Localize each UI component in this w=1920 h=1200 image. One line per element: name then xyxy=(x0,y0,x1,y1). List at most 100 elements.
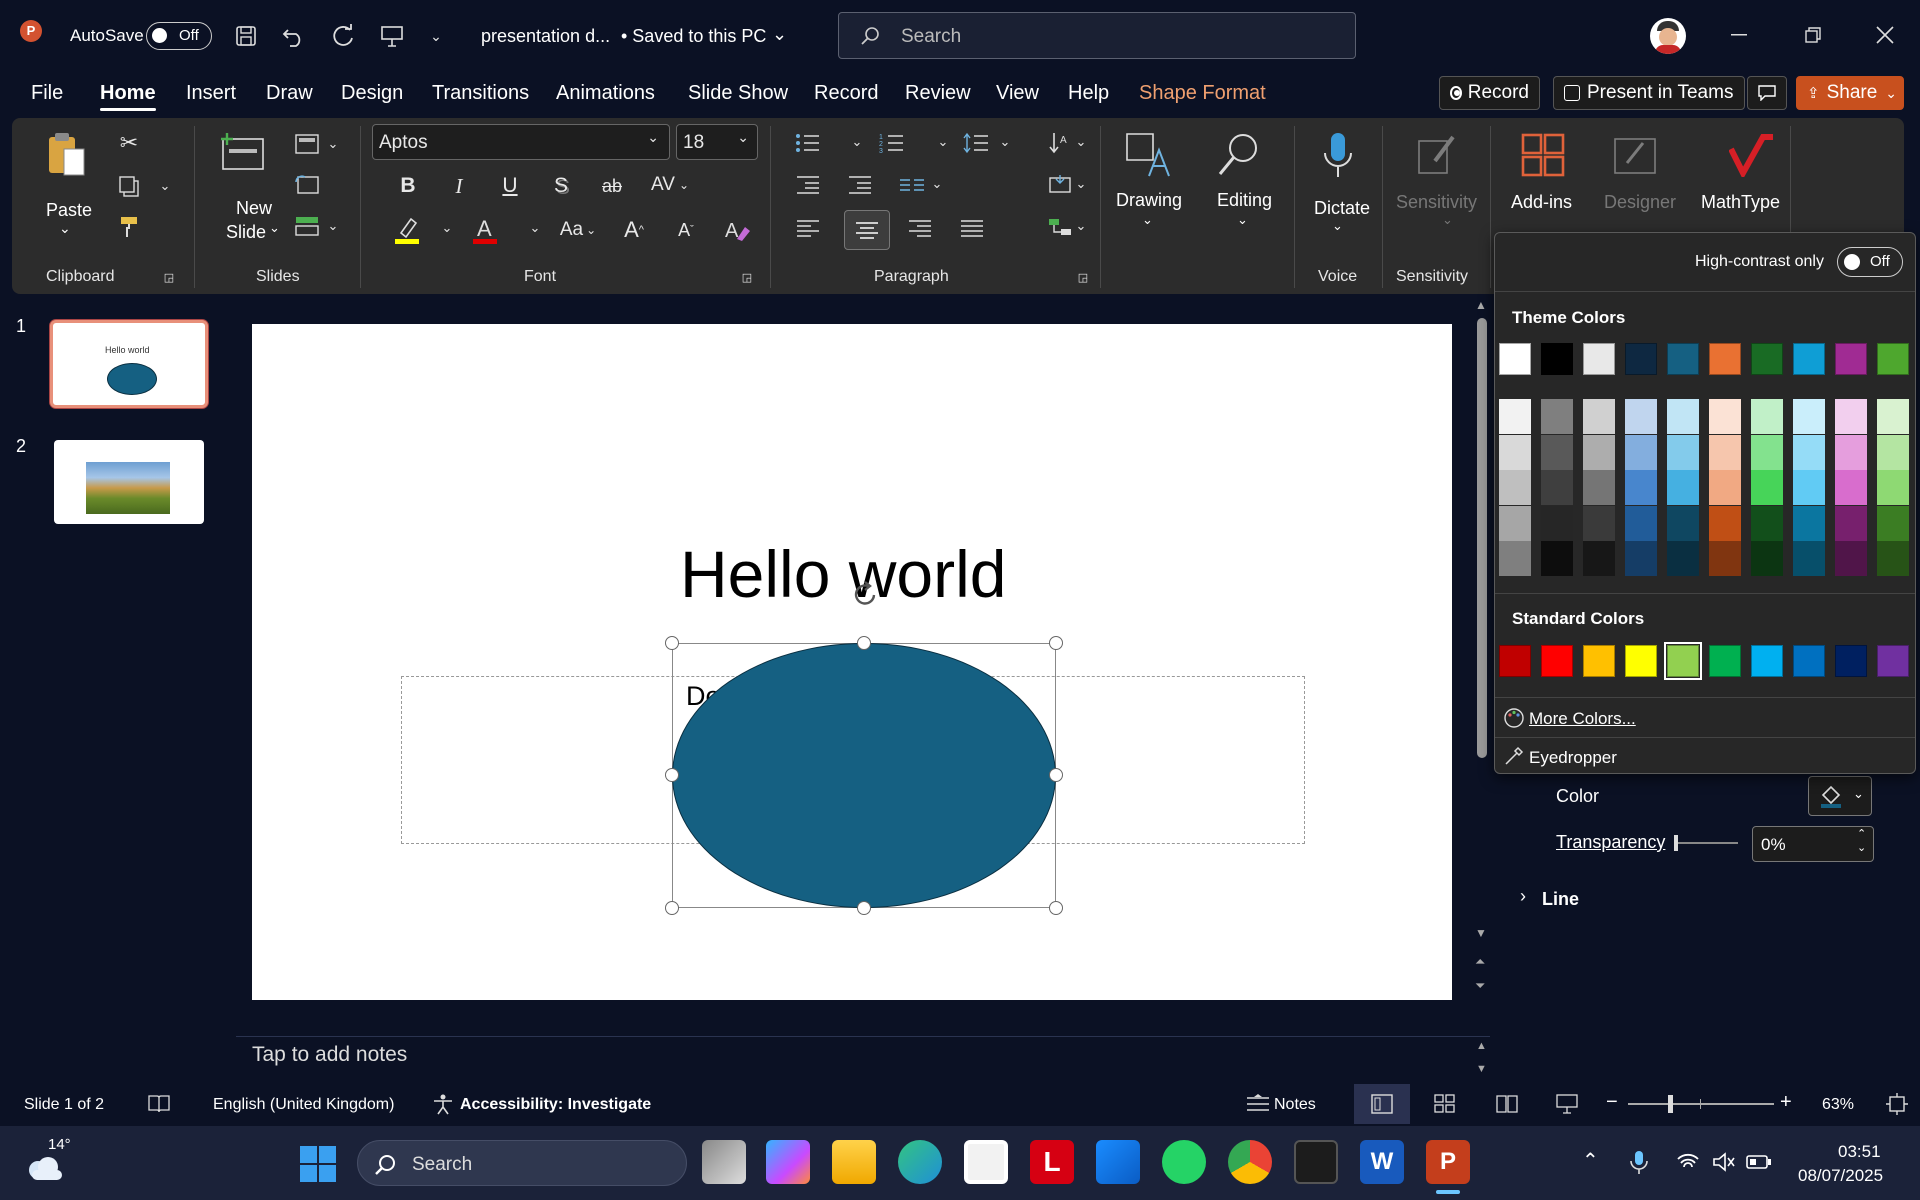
theme-shade-swatch[interactable] xyxy=(1793,470,1825,505)
microphone-icon[interactable] xyxy=(1630,1150,1648,1176)
standard-color-swatch[interactable] xyxy=(1664,642,1702,680)
standard-color-swatch[interactable] xyxy=(1877,645,1909,677)
tab-insert[interactable]: Insert xyxy=(186,82,236,105)
theme-shade-swatch[interactable] xyxy=(1709,505,1741,541)
theme-shade-swatch[interactable] xyxy=(1835,505,1867,541)
add-ins-label[interactable]: Add-ins xyxy=(1511,192,1572,213)
text-direction-icon[interactable]: A xyxy=(1046,130,1074,156)
paste-label[interactable]: Paste xyxy=(46,200,92,221)
theme-shade-swatch[interactable] xyxy=(1877,505,1909,541)
tab-transitions[interactable]: Transitions xyxy=(432,82,529,105)
theme-shade-swatch[interactable] xyxy=(1541,434,1573,470)
file-explorer-icon[interactable] xyxy=(832,1140,876,1184)
numbering-icon[interactable]: 123 xyxy=(878,130,906,156)
copy-icon[interactable] xyxy=(116,173,142,199)
rotate-handle-icon[interactable] xyxy=(850,580,880,610)
chevron-down-icon[interactable]: ⌄ xyxy=(326,216,340,236)
theme-shade-swatch[interactable] xyxy=(1625,470,1657,505)
undo-icon[interactable] xyxy=(280,22,308,50)
theme-shade-swatch[interactable] xyxy=(1835,434,1867,470)
tab-help[interactable]: Help xyxy=(1068,82,1109,105)
resize-handle[interactable] xyxy=(665,901,679,915)
highlight-icon[interactable] xyxy=(392,214,422,246)
saved-status[interactable]: • Saved to this PC xyxy=(621,26,766,47)
accessibility-status[interactable]: Accessibility: Investigate xyxy=(460,1096,651,1114)
zoom-in-icon[interactable]: + xyxy=(1780,1091,1792,1114)
align-right-icon[interactable] xyxy=(906,214,934,242)
smartart-icon[interactable] xyxy=(1046,214,1074,240)
mathtype-label[interactable]: MathType xyxy=(1701,192,1780,213)
theme-shade-swatch[interactable] xyxy=(1877,399,1909,434)
layout-icon[interactable] xyxy=(294,132,320,156)
standard-color-swatch[interactable] xyxy=(1835,645,1867,677)
scroll-down-icon[interactable]: ▼ xyxy=(1476,1063,1487,1075)
justify-icon[interactable] xyxy=(958,214,986,242)
new-slide-label-1[interactable]: New xyxy=(236,198,272,219)
save-icon[interactable] xyxy=(232,22,260,50)
underline-icon[interactable]: U xyxy=(496,172,524,200)
change-case-icon[interactable]: Aa ⌄ xyxy=(556,216,600,244)
font-color-icon[interactable]: A xyxy=(470,214,500,246)
weather-widget[interactable]: 14° xyxy=(20,1136,76,1190)
clock-time[interactable]: 03:51 xyxy=(1838,1142,1881,1162)
chevron-down-icon[interactable]: ⌄ xyxy=(59,220,71,237)
standard-color-swatch[interactable] xyxy=(1499,645,1531,677)
theme-shade-swatch[interactable] xyxy=(1541,399,1573,434)
next-slide-icon[interactable]: ⏷ xyxy=(1475,978,1485,994)
add-ins-icon[interactable] xyxy=(1520,132,1566,178)
theme-shade-swatch[interactable] xyxy=(1667,541,1699,576)
decrease-indent-icon[interactable] xyxy=(794,172,822,198)
tab-record[interactable]: Record xyxy=(814,82,878,105)
word-icon[interactable]: W xyxy=(1360,1140,1404,1184)
editing-icon[interactable] xyxy=(1214,128,1264,182)
tab-design[interactable]: Design xyxy=(341,82,403,105)
theme-shade-swatch[interactable] xyxy=(1751,399,1783,434)
font-size-dropdown[interactable]: 18 ⌄ xyxy=(676,124,758,160)
spin-down-icon[interactable]: ⌄ xyxy=(1857,841,1866,854)
drawing-icon[interactable] xyxy=(1122,128,1172,182)
theme-shade-swatch[interactable] xyxy=(1625,541,1657,576)
zoom-slider[interactable] xyxy=(1628,1095,1774,1113)
start-button[interactable] xyxy=(300,1146,336,1182)
powerpoint-icon[interactable]: P xyxy=(1426,1140,1470,1184)
tab-animations[interactable]: Animations xyxy=(556,82,655,105)
outlook-icon[interactable] xyxy=(1096,1140,1140,1184)
theme-shade-swatch[interactable] xyxy=(1541,541,1573,576)
customize-toolbar-icon[interactable]: ⌄ xyxy=(426,24,446,48)
chevron-down-icon[interactable]: ⌄ xyxy=(930,174,944,194)
theme-shade-swatch[interactable] xyxy=(1583,434,1615,470)
chevron-down-icon[interactable]: ⌄ xyxy=(850,132,864,152)
chevron-down-icon[interactable]: ⌄ xyxy=(158,176,172,196)
notes-placeholder[interactable]: Tap to add notes xyxy=(252,1043,407,1067)
fit-to-window-icon[interactable] xyxy=(1886,1093,1908,1115)
theme-shade-swatch[interactable] xyxy=(1625,505,1657,541)
theme-color-swatch[interactable] xyxy=(1835,343,1867,375)
transparency-input[interactable]: 0% ⌃ ⌄ xyxy=(1752,826,1874,862)
slide-thumbnail-2[interactable] xyxy=(54,440,204,524)
theme-shade-swatch[interactable] xyxy=(1835,470,1867,505)
line-spacing-icon[interactable] xyxy=(962,130,990,156)
chevron-down-icon[interactable]: ⌄ xyxy=(1237,212,1248,228)
theme-shade-swatch[interactable] xyxy=(1541,505,1573,541)
theme-shade-swatch[interactable] xyxy=(1583,541,1615,576)
theme-color-swatch[interactable] xyxy=(1793,343,1825,375)
resize-handle[interactable] xyxy=(1049,768,1063,782)
minimize-icon[interactable] xyxy=(1726,22,1752,48)
paste-icon[interactable] xyxy=(44,130,88,180)
chevron-down-icon[interactable]: ⌄ xyxy=(1074,132,1088,152)
present-from-beginning-icon[interactable] xyxy=(378,22,406,50)
document-title[interactable]: presentation d... xyxy=(481,26,610,47)
slide-thumbnail-1[interactable]: Hello world xyxy=(50,320,208,408)
tab-slide-show[interactable]: Slide Show xyxy=(688,82,788,105)
theme-shade-swatch[interactable] xyxy=(1793,434,1825,470)
share-button[interactable]: ⇪ Share ⌄ xyxy=(1796,76,1904,110)
chevron-down-icon[interactable]: ⌄ xyxy=(440,218,454,238)
increase-indent-icon[interactable] xyxy=(846,172,874,198)
theme-shade-swatch[interactable] xyxy=(1835,541,1867,576)
dialog-launcher-icon[interactable]: ◲ xyxy=(162,270,176,284)
slide-canvas[interactable]: Do Hello world xyxy=(252,324,1452,1000)
theme-color-swatch[interactable] xyxy=(1499,343,1531,375)
align-left-icon[interactable] xyxy=(794,214,822,242)
notes-icon[interactable] xyxy=(1246,1094,1270,1114)
speaker-muted-icon[interactable] xyxy=(1712,1152,1736,1172)
